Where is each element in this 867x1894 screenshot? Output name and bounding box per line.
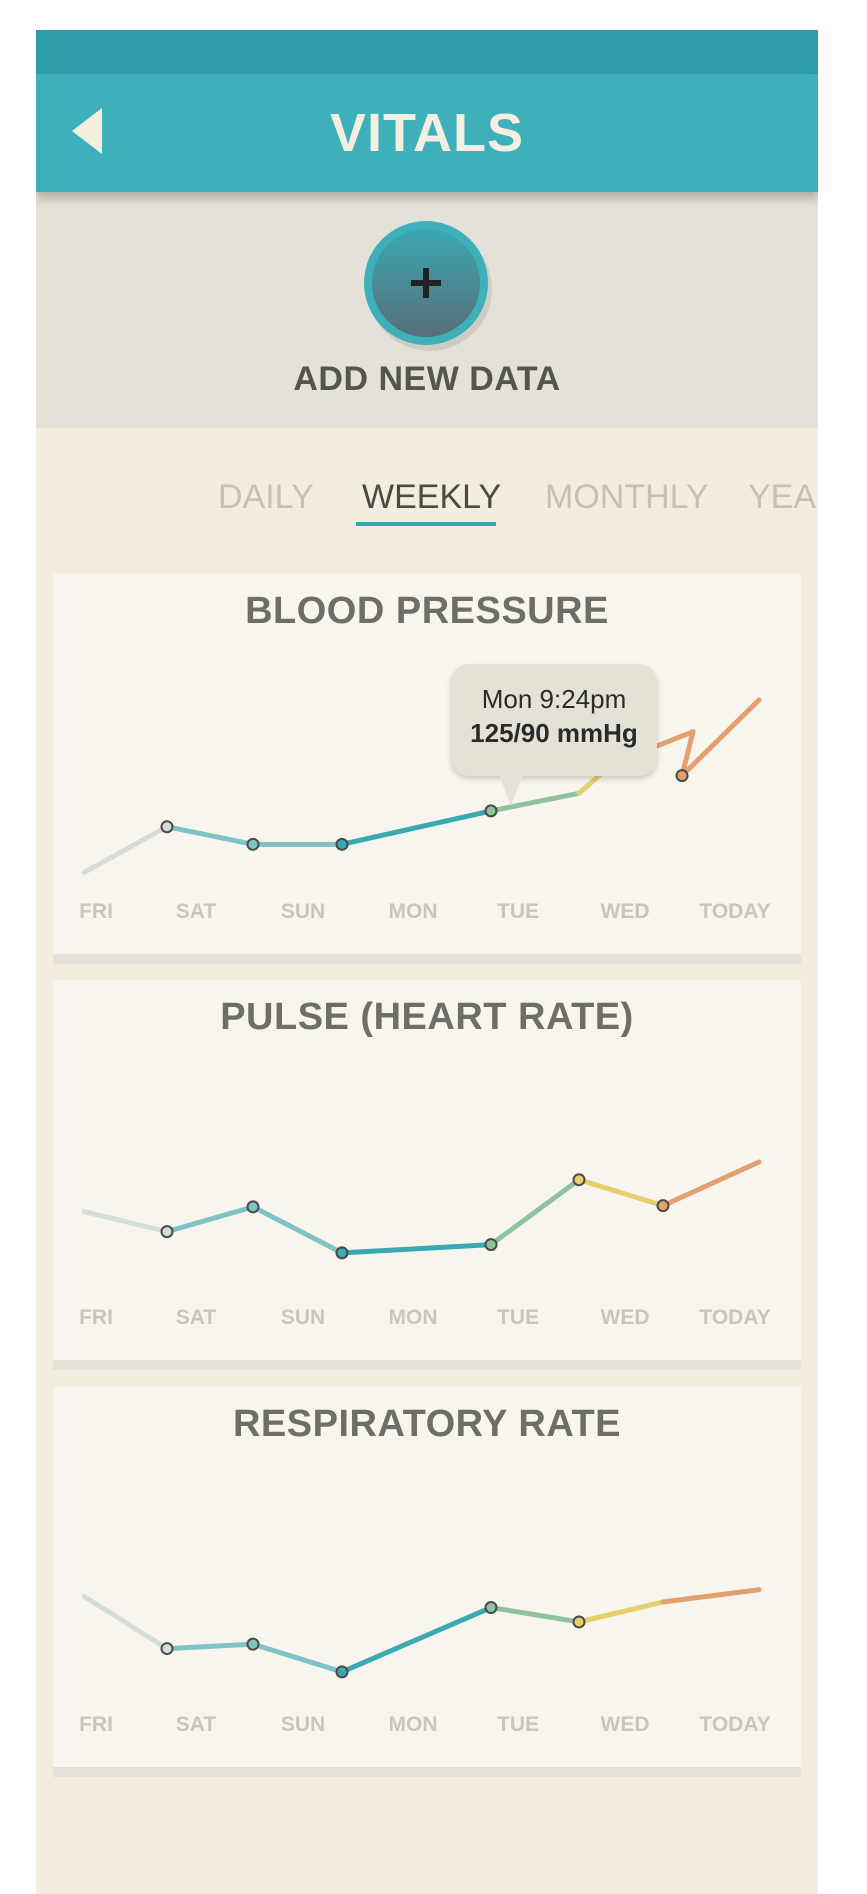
data-point[interactable] — [656, 1199, 670, 1213]
day-label-tue: TUE — [497, 1306, 539, 1329]
day-label-mon: MON — [388, 1306, 438, 1329]
day-label-sat: SAT — [175, 1306, 217, 1329]
day-label-mon: MON — [388, 900, 438, 923]
day-label-fri: FRI — [79, 1713, 113, 1736]
series-line-segment — [81, 824, 170, 875]
series-line-segment — [81, 1593, 170, 1652]
data-point[interactable] — [160, 1225, 174, 1239]
data-point[interactable] — [160, 820, 174, 834]
series-line-segment — [339, 1242, 494, 1256]
add-data-section: ADD NEW DATA — [36, 192, 818, 428]
chart-title: BLOOD PRESSURE — [245, 590, 609, 632]
series-line-segment — [660, 1587, 762, 1605]
data-point[interactable] — [572, 1173, 586, 1187]
series-line-segment — [488, 1177, 582, 1248]
day-label-today: TODAY — [699, 1306, 771, 1329]
series-line-segment — [164, 824, 256, 847]
data-point[interactable] — [335, 1246, 349, 1260]
period-tabs: DAILY WEEKLY MONTHLY YEARLY — [36, 428, 818, 558]
data-point[interactable] — [246, 1200, 260, 1214]
day-label-fri: FRI — [79, 1306, 113, 1329]
day-label-sat: SAT — [175, 1713, 217, 1736]
tab-weekly[interactable]: WEEKLY — [362, 478, 501, 517]
active-tab-indicator — [356, 522, 496, 526]
series-line-segment — [339, 1605, 494, 1675]
series-line-segment — [576, 1177, 666, 1209]
series-line-segment — [339, 808, 494, 847]
blood-pressure-card[interactable]: BLOOD PRESSURE Mon 9:24pm 125/90 mmHg FR… — [53, 574, 801, 964]
add-new-data-label: ADD NEW DATA — [293, 360, 561, 398]
series-line-segment — [81, 1209, 170, 1235]
day-label-tue: TUE — [497, 1713, 539, 1736]
day-label-sun: SUN — [280, 900, 326, 923]
series-line-segment — [250, 1204, 345, 1256]
plus-icon — [364, 221, 492, 351]
day-label-today: TODAY — [699, 900, 771, 923]
data-tooltip: Mon 9:24pm 125/90 mmHg — [451, 664, 657, 806]
day-label-fri: FRI — [79, 900, 113, 923]
page-title: VITALS — [330, 103, 524, 163]
series-line-segment — [164, 1204, 256, 1235]
tab-yearly[interactable]: YEARLY — [748, 478, 818, 517]
series-line-segment — [164, 1641, 256, 1652]
series-line-segment — [250, 1641, 345, 1675]
tooltip-time: Mon 9:24pm — [481, 684, 627, 714]
data-point[interactable] — [484, 1601, 498, 1615]
series-line-segment — [488, 1605, 582, 1625]
tab-daily[interactable]: DAILY — [218, 478, 314, 517]
chart-title: PULSE (HEART RATE) — [220, 996, 634, 1038]
tooltip-value: 125/90 mmHg — [470, 718, 638, 748]
app-header: VITALS — [36, 74, 818, 192]
day-label-wed: WED — [600, 900, 650, 923]
data-point[interactable] — [246, 1637, 260, 1651]
day-label-sat: SAT — [175, 900, 217, 923]
data-point[interactable] — [160, 1642, 174, 1656]
series-line-segment — [660, 1159, 762, 1209]
add-new-data-button[interactable] — [363, 220, 493, 352]
day-label-mon: MON — [388, 1713, 438, 1736]
data-point[interactable] — [335, 1665, 349, 1679]
pulse-card[interactable]: PULSE (HEART RATE) FRI SAT SUN MON TUE WED TOD… — [53, 980, 801, 1370]
series-line-segment — [576, 1599, 666, 1625]
tab-monthly[interactable]: MONTHLY — [545, 478, 709, 517]
day-label-sun: SUN — [280, 1306, 326, 1329]
day-label-wed: WED — [600, 1306, 650, 1329]
day-label-sun: SUN — [280, 1713, 326, 1736]
data-point[interactable] — [484, 804, 498, 818]
status-bar — [36, 30, 818, 74]
data-point[interactable] — [246, 837, 260, 851]
data-point[interactable] — [484, 1238, 498, 1252]
data-point[interactable] — [675, 769, 689, 783]
day-label-tue: TUE — [497, 900, 539, 923]
day-label-today: TODAY — [699, 1713, 771, 1736]
data-point[interactable] — [335, 837, 349, 851]
chart-title: RESPIRATORY RATE — [232, 1403, 622, 1445]
vitals-screen: VITALS ADD NEW DATA DAILY WEEKLY MONTHLY… — [36, 30, 818, 1894]
data-point[interactable] — [572, 1615, 586, 1629]
day-label-wed: WED — [600, 1713, 650, 1736]
respiratory-rate-card[interactable]: RESPIRATORY RATE FRI SAT SUN MON TUE WED TODAY — [53, 1387, 801, 1777]
